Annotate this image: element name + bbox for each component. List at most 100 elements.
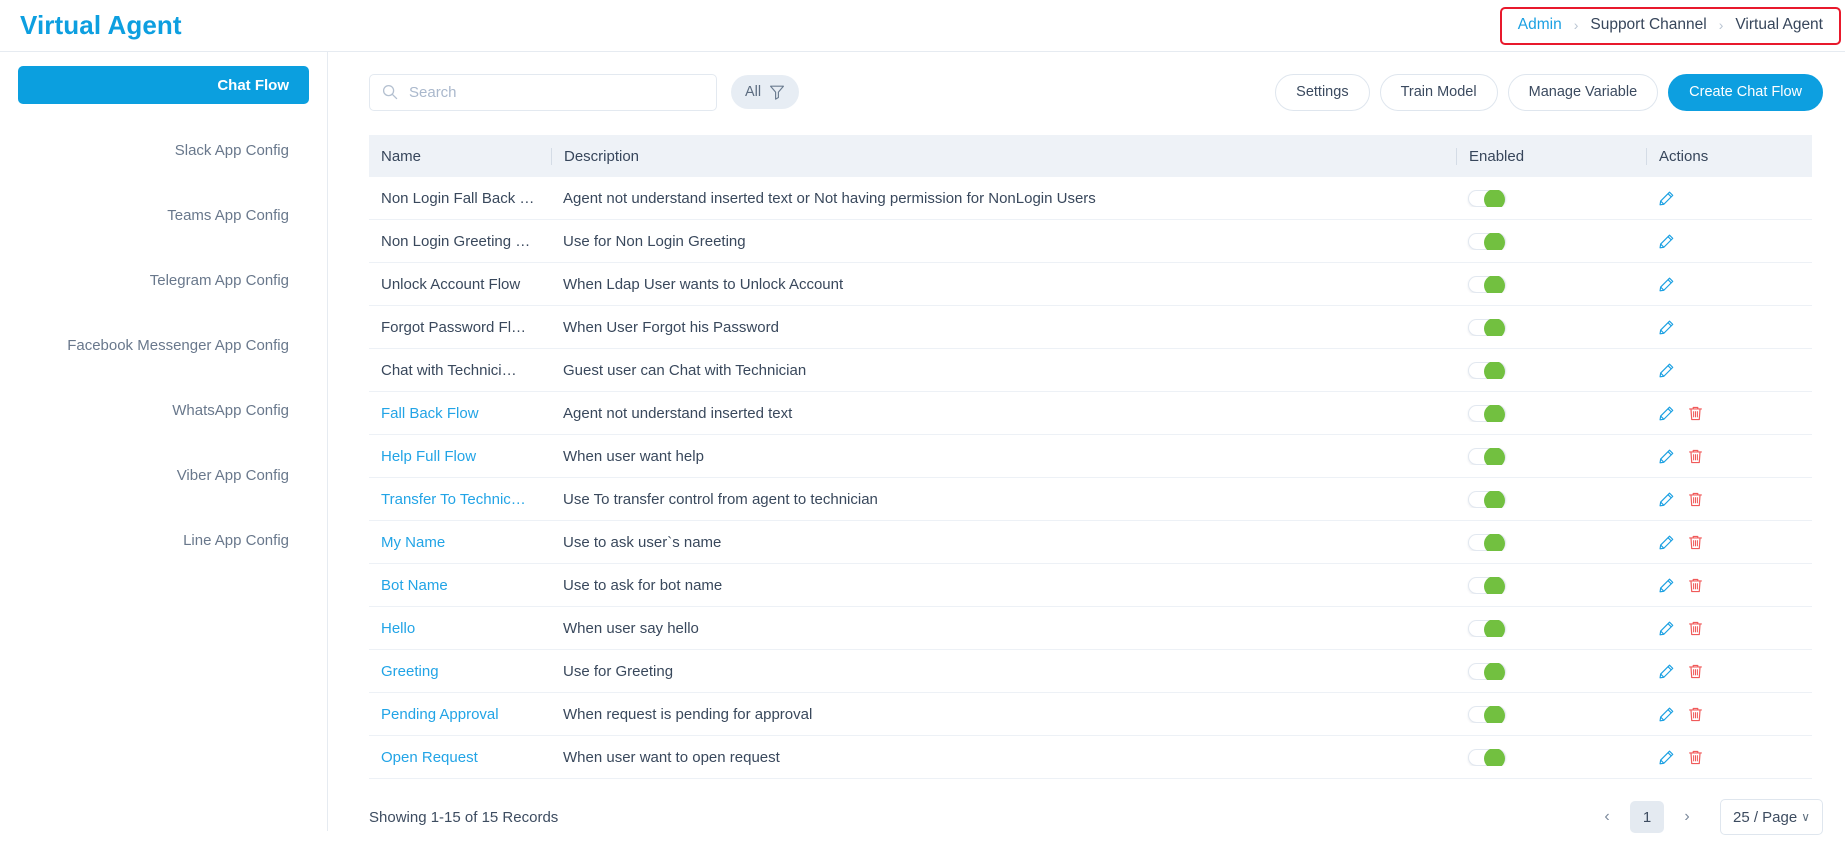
delete-icon[interactable]	[1687, 749, 1704, 766]
sidebar-item-line-app-config[interactable]: Line App Config	[18, 521, 309, 559]
manage-variable-button[interactable]: Manage Variable	[1507, 73, 1659, 111]
edit-icon[interactable]	[1658, 706, 1675, 723]
sidebar-item-label: Telegram App Config	[149, 271, 289, 289]
top-bar: Virtual Agent Admin › Support Channel › …	[0, 0, 1845, 52]
actions-cell	[1646, 319, 1812, 336]
next-page-button[interactable]: ›	[1672, 802, 1702, 832]
enabled-cell	[1456, 576, 1646, 594]
sidebar-item-slack-app-config[interactable]: Slack App Config	[18, 131, 309, 169]
enabled-toggle[interactable]	[1468, 232, 1506, 250]
row-actions	[1658, 534, 1800, 551]
sidebar-item-chat-flow[interactable]: Chat Flow	[18, 66, 309, 104]
row-actions	[1658, 749, 1800, 766]
chat-flow-description: Guest user can Chat with Technician	[563, 361, 807, 379]
edit-icon[interactable]	[1658, 749, 1675, 766]
chat-flow-name-link[interactable]: Greeting	[369, 663, 551, 680]
delete-icon[interactable]	[1687, 663, 1704, 680]
edit-icon[interactable]	[1658, 190, 1675, 207]
edit-icon[interactable]	[1658, 405, 1675, 422]
sidebar-item-whatsapp-config[interactable]: WhatsApp Config	[18, 391, 309, 429]
enabled-toggle[interactable]	[1468, 447, 1506, 465]
enabled-toggle[interactable]	[1468, 705, 1506, 723]
create-chat-flow-button[interactable]: Create Chat Flow	[1668, 73, 1823, 111]
sidebar-item-teams-app-config[interactable]: Teams App Config	[18, 196, 309, 234]
train-model-button[interactable]: Train Model	[1379, 73, 1498, 111]
enabled-cell	[1456, 447, 1646, 465]
sidebar-item-telegram-app-config[interactable]: Telegram App Config	[18, 261, 309, 299]
chat-flow-name: Forgot Password Fl…	[381, 318, 527, 336]
delete-icon[interactable]	[1687, 405, 1704, 422]
edit-icon[interactable]	[1658, 362, 1675, 379]
chat-flow-name-link[interactable]: Help Full Flow	[369, 448, 551, 465]
page-size-select[interactable]: 25 / Page ∨	[1719, 799, 1823, 835]
chat-flow-name-link[interactable]: Bot Name	[369, 577, 551, 594]
edit-icon[interactable]	[1658, 620, 1675, 637]
enabled-toggle[interactable]	[1468, 361, 1506, 379]
table-row: Forgot Password Fl… When User Forgot his …	[369, 306, 1812, 349]
enabled-toggle[interactable]	[1468, 490, 1506, 508]
toggle-knob	[1484, 748, 1505, 766]
chat-flow-name-link[interactable]: Open Request	[369, 749, 551, 766]
search-icon	[382, 84, 398, 100]
breadcrumb-item-admin[interactable]: Admin	[1518, 16, 1562, 34]
enabled-cell	[1456, 275, 1646, 293]
toggle-knob	[1484, 404, 1505, 422]
actions-cell	[1646, 362, 1812, 379]
edit-icon[interactable]	[1658, 319, 1675, 336]
delete-icon[interactable]	[1687, 448, 1704, 465]
chat-flow-name-link[interactable]: Hello	[369, 620, 551, 637]
sidebar-item-facebook-messenger-app-config[interactable]: Facebook Messenger App Config	[18, 326, 309, 364]
table-row: Pending Approval When request is pending …	[369, 693, 1812, 736]
toggle-knob	[1484, 318, 1505, 336]
breadcrumb-item-support-channel[interactable]: Support Channel	[1590, 16, 1706, 34]
edit-icon[interactable]	[1658, 491, 1675, 508]
delete-icon[interactable]	[1687, 491, 1704, 508]
chat-flow-name-link[interactable]: Transfer To Technic…	[369, 491, 551, 508]
enabled-toggle[interactable]	[1468, 576, 1506, 594]
row-actions	[1658, 448, 1800, 465]
toggle-knob	[1484, 619, 1505, 637]
prev-page-button[interactable]: ‹	[1592, 802, 1622, 832]
actions-cell	[1646, 620, 1812, 637]
delete-icon[interactable]	[1687, 620, 1704, 637]
page-number-1[interactable]: 1	[1629, 801, 1664, 833]
delete-icon[interactable]	[1687, 534, 1704, 551]
delete-icon[interactable]	[1687, 577, 1704, 594]
chat-flow-description: Agent not understand inserted text or No…	[563, 189, 1096, 207]
page-title: Virtual Agent	[20, 10, 182, 40]
enabled-toggle[interactable]	[1468, 533, 1506, 551]
enabled-toggle[interactable]	[1468, 404, 1506, 422]
enabled-cell	[1456, 318, 1646, 336]
sidebar-item-label: Slack App Config	[174, 141, 289, 159]
chevron-down-icon: ∨	[1801, 810, 1810, 824]
enabled-toggle[interactable]	[1468, 662, 1506, 680]
enabled-toggle[interactable]	[1468, 748, 1506, 766]
delete-icon[interactable]	[1687, 706, 1704, 723]
settings-button[interactable]: Settings	[1275, 73, 1370, 111]
enabled-toggle[interactable]	[1468, 318, 1506, 336]
sidebar-item-viber-app-config[interactable]: Viber App Config	[18, 456, 309, 494]
edit-icon[interactable]	[1658, 448, 1675, 465]
enabled-toggle[interactable]	[1468, 189, 1506, 207]
edit-icon[interactable]	[1658, 534, 1675, 551]
chat-flow-name-link[interactable]: Fall Back Flow	[369, 405, 551, 422]
toolbar-actions: Settings Train Model Manage Variable Cre…	[1275, 73, 1823, 111]
enabled-cell	[1456, 619, 1646, 637]
search-box[interactable]	[369, 73, 717, 111]
chat-flow-name-link[interactable]: Pending Approval	[369, 706, 551, 723]
enabled-toggle[interactable]	[1468, 275, 1506, 293]
enabled-toggle[interactable]	[1468, 619, 1506, 637]
chat-flow-description: When User Forgot his Password	[563, 318, 779, 336]
filter-label: All	[745, 84, 762, 100]
row-actions	[1658, 233, 1800, 250]
edit-icon[interactable]	[1658, 233, 1675, 250]
chat-flow-name-link[interactable]: My Name	[369, 534, 551, 551]
filter-all-button[interactable]: All	[731, 75, 800, 109]
edit-icon[interactable]	[1658, 663, 1675, 680]
funnel-icon	[769, 84, 785, 100]
table-row: Help Full Flow When user want help	[369, 435, 1812, 478]
search-input[interactable]	[407, 82, 704, 102]
edit-icon[interactable]	[1658, 577, 1675, 594]
chat-flow-name: Non Login Fall Back …	[381, 189, 535, 207]
edit-icon[interactable]	[1658, 276, 1675, 293]
